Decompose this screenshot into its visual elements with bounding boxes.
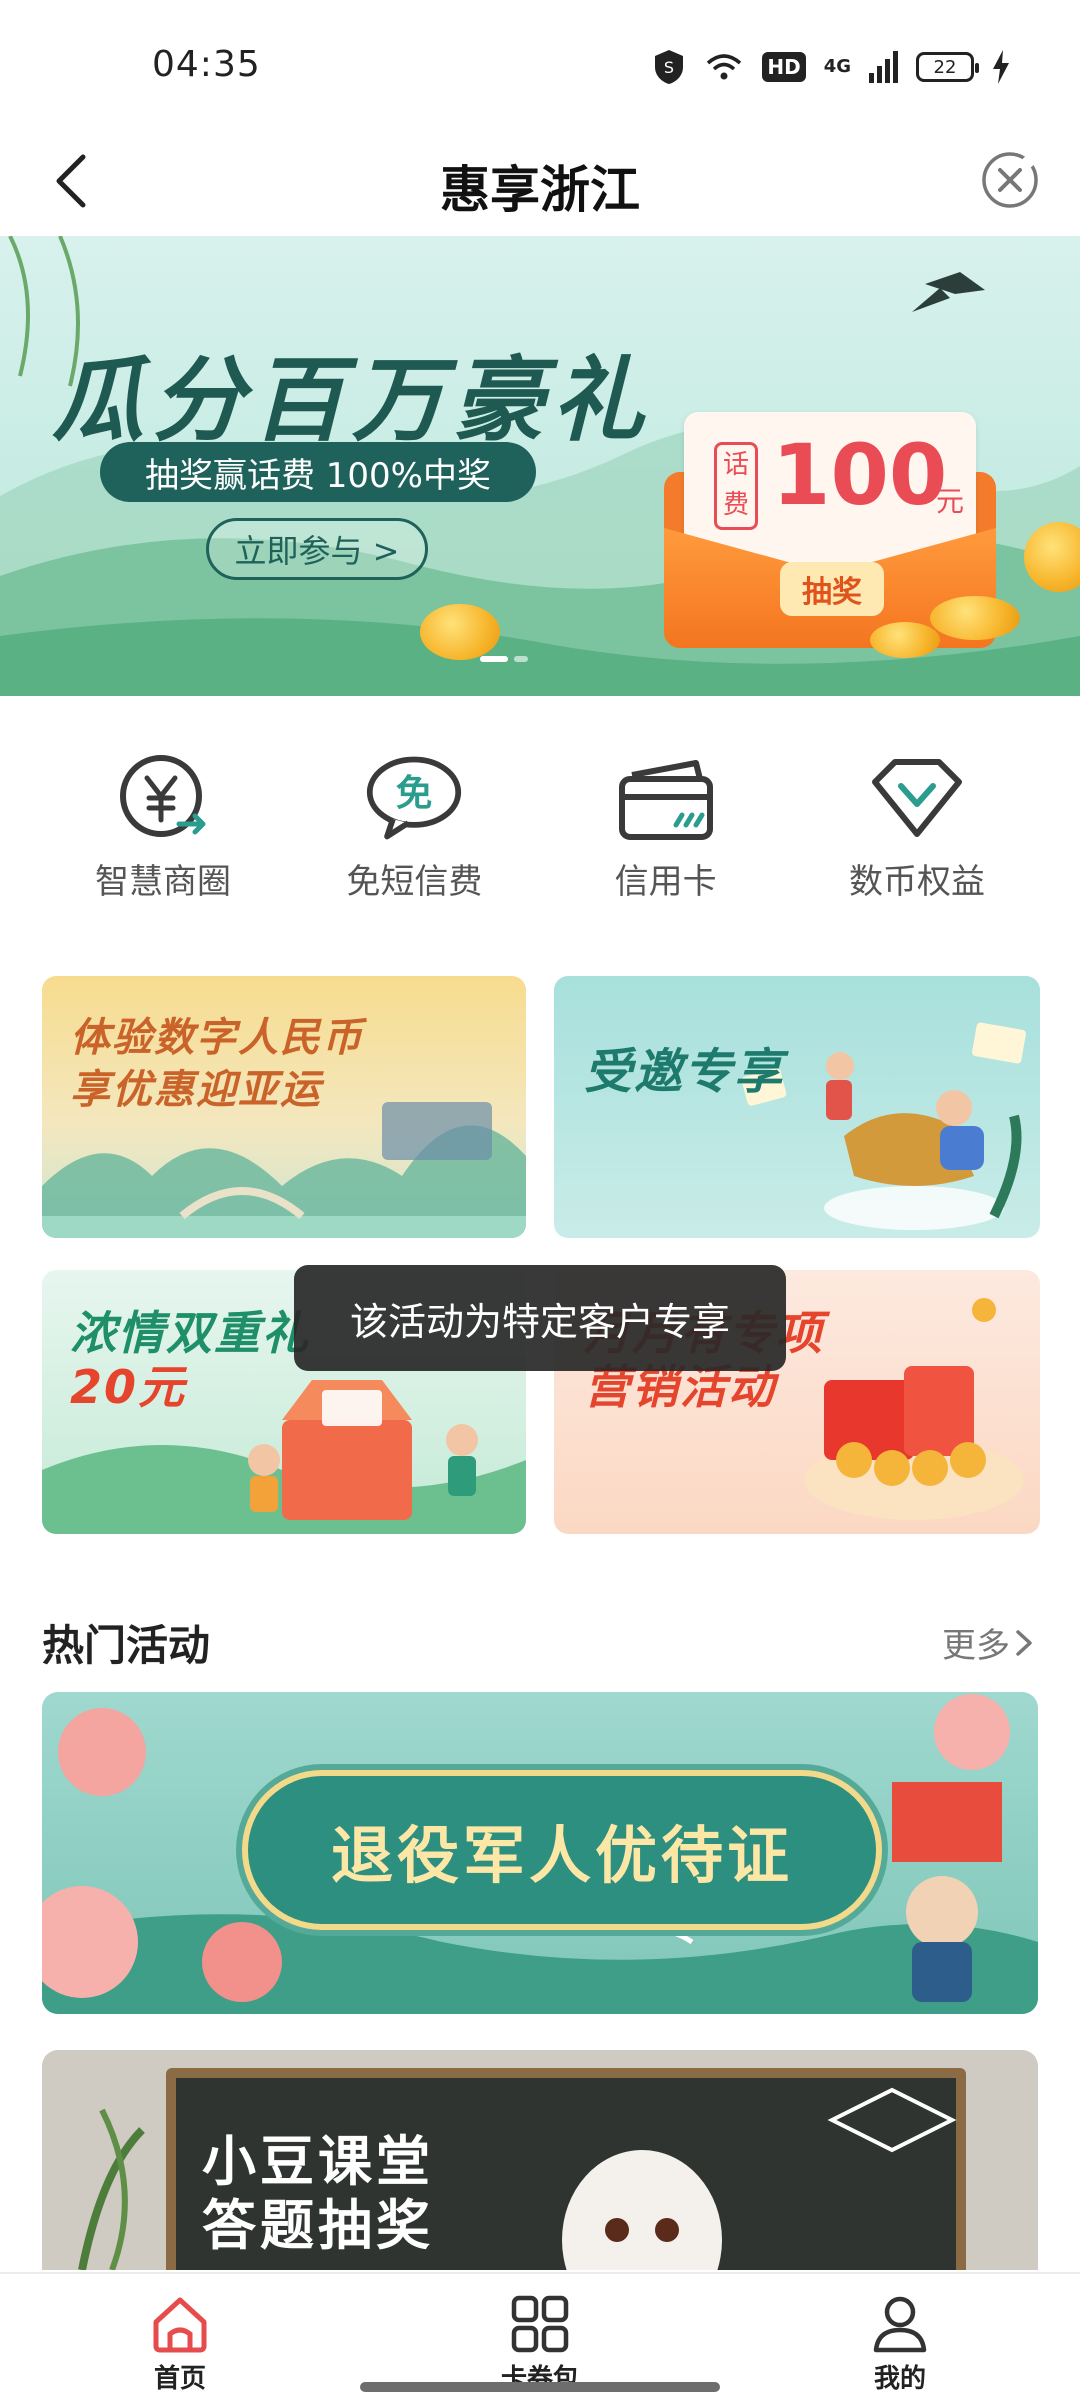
hd-badge: HD xyxy=(762,52,806,82)
envelope-card: 话费 100 元 xyxy=(684,412,976,568)
home-icon xyxy=(153,2297,207,2353)
banner-quiz-lottery[interactable]: 小豆课堂 答题抽奖 xyxy=(42,2050,1038,2270)
page-title: 惠享浙江 xyxy=(440,161,640,219)
status-bar: 04:35 S HD 4G 22 xyxy=(0,0,1080,130)
promo-line-2: 享优惠迎亚运 xyxy=(70,1067,322,1113)
coin-icon xyxy=(870,622,940,658)
svg-text:免: 免 xyxy=(396,772,433,815)
nav-profile[interactable]: 我的 xyxy=(720,2274,1080,2400)
quick-item-smart-district[interactable]: 智慧商圈 xyxy=(48,748,278,908)
signal-icon xyxy=(869,51,898,83)
promo-line-2: 20元 xyxy=(70,1360,187,1414)
more-label: 更多 xyxy=(942,1626,1010,1666)
promo-title: 体验数字人民币 享优惠迎亚运 xyxy=(70,1012,364,1116)
person-icon xyxy=(873,2296,927,2353)
banner-line-2: 答题抽奖 xyxy=(202,2194,434,2257)
promo-line-1: 体验数字人民币 xyxy=(70,1015,364,1061)
diamond-icon xyxy=(867,748,967,848)
join-now-button[interactable]: 立即参与 > xyxy=(206,518,428,580)
banner-veteran-card[interactable]: 退役军人优待证 xyxy=(42,1692,1038,2014)
promo-digital-rmb[interactable]: 体验数字人民币 享优惠迎亚运 xyxy=(42,976,526,1238)
banner-title: 退役军人优待证 xyxy=(330,1819,793,1892)
network-type: 4G xyxy=(823,56,851,77)
banner-title: 小豆课堂 答题抽奖 xyxy=(202,2130,434,2258)
banner-plaque: 退役军人优待证 xyxy=(242,1770,882,1930)
quick-item-digital-currency[interactable]: 数币权益 xyxy=(802,748,1032,908)
close-icon xyxy=(982,152,1038,208)
wifi-icon xyxy=(707,54,742,80)
quick-item-label: 智慧商圈 xyxy=(95,862,231,902)
draw-button[interactable]: 抽奖 xyxy=(780,562,884,616)
quick-item-label: 数币权益 xyxy=(848,862,985,902)
battery-level: 22 xyxy=(933,56,957,78)
envelope-tag: 话费 xyxy=(714,442,758,530)
mascot-illustration xyxy=(78,2087,957,2270)
free-sms-icon: 免 xyxy=(364,748,464,848)
hero-title: 瓜分百万豪礼 xyxy=(52,346,653,454)
promo-title: 浓情双重礼 20元 xyxy=(70,1306,310,1414)
yuan-coin-icon xyxy=(113,748,213,848)
status-time: 04:35 xyxy=(152,44,261,85)
quick-item-label: 免短信费 xyxy=(346,862,483,902)
title-bar: 惠享浙江 xyxy=(0,130,1080,230)
hero-banner[interactable]: 瓜分百万豪礼 抽奖赢话费 100%中奖 立即参与 > 话费 100 元 抽奖 xyxy=(0,236,1080,696)
battery-icon: 22 xyxy=(916,52,979,82)
banner-line-1: 小豆课堂 xyxy=(202,2130,434,2193)
coin-icon xyxy=(930,596,1020,640)
quick-item-label: 信用卡 xyxy=(614,862,717,902)
envelope-amount: 100 xyxy=(772,426,948,524)
nav-label: 我的 xyxy=(873,2364,926,2394)
promo-people-illustration xyxy=(741,1022,1026,1230)
coin-icon xyxy=(420,604,500,660)
svg-text:S: S xyxy=(664,58,674,77)
credit-card-icon xyxy=(616,748,716,848)
quick-item-credit-card[interactable]: 信用卡 xyxy=(551,748,781,908)
promo-invited-exclusive[interactable]: 受邀专享 xyxy=(554,976,1040,1238)
toast-message: 该活动为特定客户专享 xyxy=(294,1265,786,1371)
grid-icon xyxy=(511,2295,569,2353)
chevron-right-icon xyxy=(1016,1629,1032,1656)
promo-line-1: 浓情双重礼 xyxy=(70,1306,310,1360)
home-indicator[interactable] xyxy=(360,2382,720,2392)
quick-menu: 智慧商圈 免 免短信费 信用卡 数币权益 xyxy=(48,748,1032,908)
carousel-indicator xyxy=(480,656,528,662)
quick-item-free-sms[interactable]: 免 免短信费 xyxy=(299,748,529,908)
charging-icon xyxy=(993,50,1009,84)
close-button[interactable] xyxy=(974,144,1046,216)
bottom-nav: 首页 卡券包 我的 xyxy=(0,2272,1080,2400)
envelope-unit: 元 xyxy=(936,485,965,518)
nav-label: 首页 xyxy=(153,2364,206,2394)
hero-subtitle: 抽奖赢话费 100%中奖 xyxy=(100,442,536,502)
promo-title: 受邀专享 xyxy=(584,1044,785,1100)
shield-icon: S xyxy=(655,50,684,84)
status-icons: S HD 4G 22 xyxy=(652,46,1010,88)
section-title-hot: 热门活动 xyxy=(42,1621,211,1670)
nav-home[interactable]: 首页 xyxy=(0,2274,360,2400)
more-link[interactable]: 更多 xyxy=(942,1618,1034,1667)
